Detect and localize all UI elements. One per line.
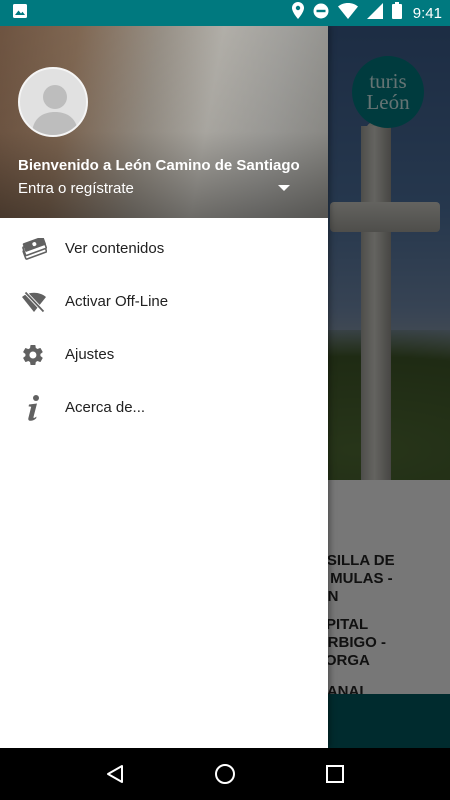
- back-button[interactable]: [95, 754, 135, 794]
- do-not-disturb-icon: [313, 3, 329, 24]
- image-notification-icon: [12, 3, 28, 24]
- welcome-title: Bienvenido a León Camino de Santiago: [18, 157, 300, 174]
- account-prompt[interactable]: Entra o regístrate: [18, 180, 134, 197]
- back-icon: [107, 765, 123, 783]
- menu-item-ver-contenidos[interactable]: Ver contenidos: [0, 222, 328, 275]
- menu-item-activar-offline[interactable]: Activar Off-Line: [0, 275, 328, 328]
- menu-item-label: Ajustes: [65, 346, 115, 363]
- navigation-drawer: Bienvenido a León Camino de Santiago Ent…: [0, 26, 328, 748]
- clock: 9:41: [412, 4, 442, 22]
- menu-item-label: Ver contenidos: [65, 240, 165, 257]
- menu-item-ajustes[interactable]: Ajustes: [0, 328, 328, 381]
- home-icon: [215, 764, 235, 784]
- recents-icon: [326, 765, 344, 783]
- recents-button[interactable]: [315, 754, 355, 794]
- home-button[interactable]: [205, 754, 245, 794]
- menu-item-label: Activar Off-Line: [65, 293, 169, 310]
- gear-icon: [0, 343, 65, 367]
- wifi-icon: [337, 2, 358, 24]
- menu-item-acerca-de[interactable]: Acerca de...: [0, 381, 328, 434]
- battery-icon: [391, 2, 402, 24]
- avatar[interactable]: [18, 67, 88, 137]
- info-icon: [0, 394, 65, 422]
- menu-item-label: Acerca de...: [65, 399, 146, 416]
- wifi-off-icon: [0, 290, 65, 313]
- drawer-header: Bienvenido a León Camino de Santiago Ent…: [0, 26, 328, 218]
- dropdown-arrow-icon[interactable]: [278, 185, 290, 191]
- cell-signal-icon: [366, 2, 383, 24]
- system-navigation-bar: [0, 748, 450, 800]
- status-bar: 9:41: [0, 0, 450, 26]
- drawer-menu: Ver contenidos Activar Off-Line Ajustes: [0, 218, 328, 434]
- location-icon: [291, 2, 304, 24]
- stack-money-icon: [0, 237, 65, 260]
